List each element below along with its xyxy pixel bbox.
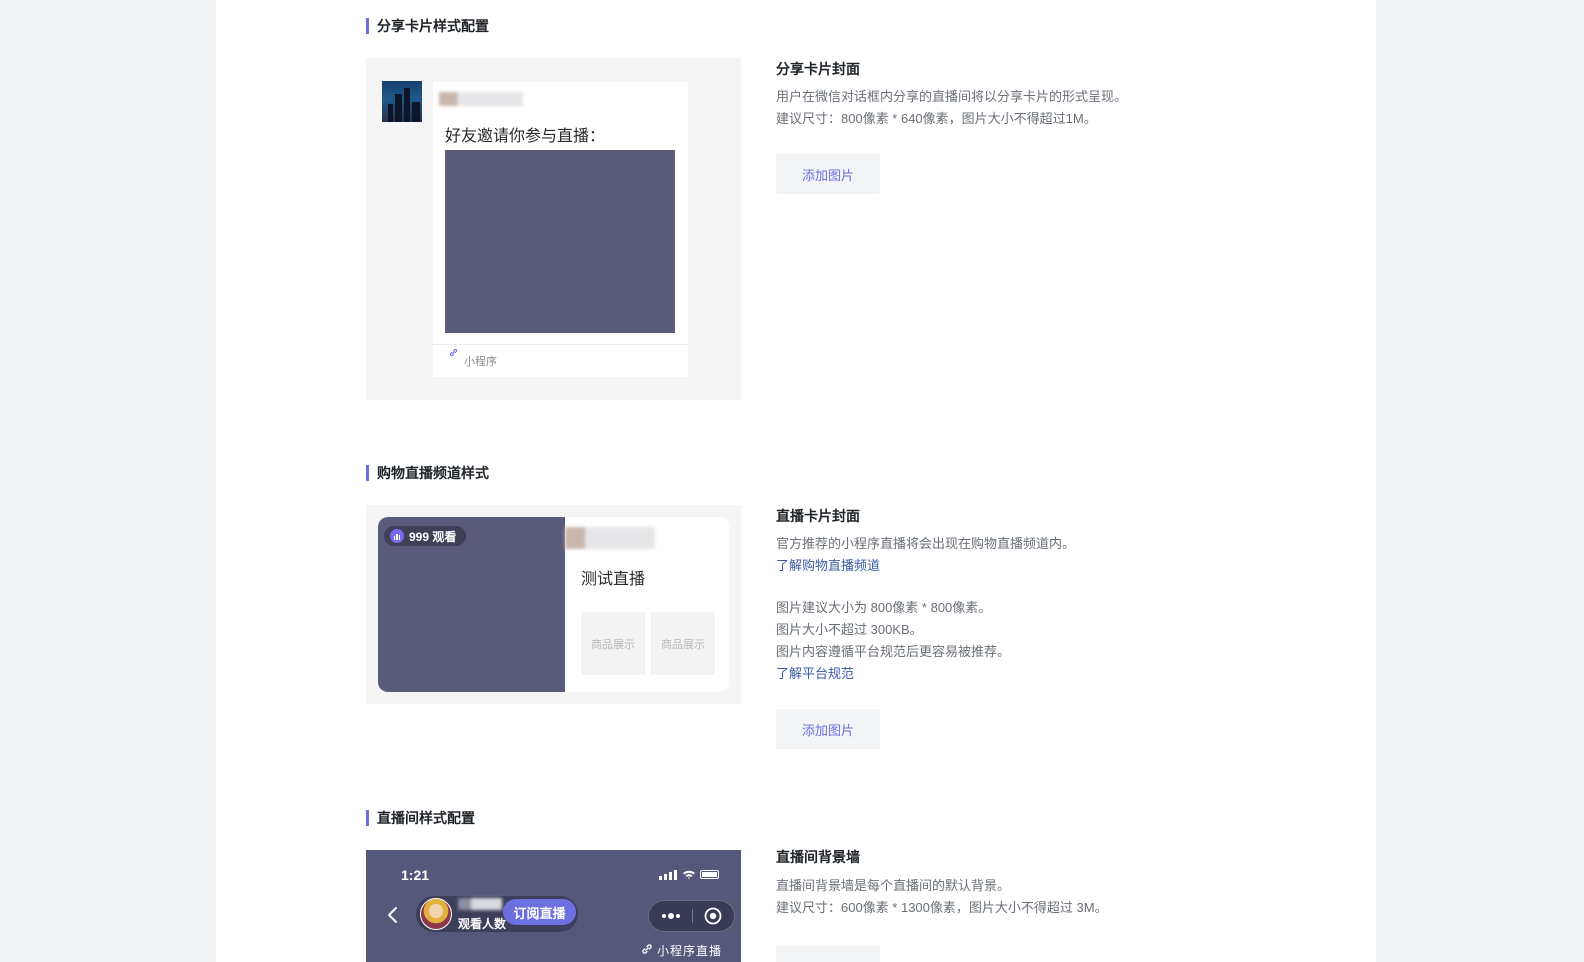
host-avatar bbox=[420, 898, 452, 930]
live-room-preview: 1:21 观看人数 订阅直播 小程序直播 bbox=[366, 850, 741, 962]
subscribe-live-button[interactable]: 订阅直播 bbox=[503, 899, 576, 925]
add-room-bg-button[interactable] bbox=[776, 946, 880, 962]
share-cover-placeholder bbox=[445, 150, 675, 333]
invite-text: 好友邀请你参与直播： bbox=[445, 128, 606, 145]
live-cover-hint-weight: 图片大小不超过 300KB。 bbox=[776, 622, 923, 637]
live-bars-icon bbox=[390, 529, 404, 543]
viewer-badge: 999 观看 bbox=[384, 526, 467, 546]
viewer-count: 999 观看 bbox=[409, 529, 457, 544]
more-icon[interactable] bbox=[661, 912, 681, 920]
battery-icon bbox=[700, 870, 719, 879]
live-title: 测试直播 bbox=[581, 571, 646, 588]
learn-channel-link[interactable]: 了解购物直播频道 bbox=[776, 555, 880, 577]
mini-program-capsule bbox=[648, 900, 735, 932]
learn-rules-link[interactable]: 了解平台规范 bbox=[776, 663, 854, 685]
blurred-host-name bbox=[458, 898, 502, 910]
goods-placeholder: 商品展示 bbox=[581, 612, 645, 675]
record-icon[interactable] bbox=[704, 907, 722, 925]
section-title-share-card: 分享卡片样式配置 bbox=[366, 18, 489, 34]
channel-card: 999 观看 测试直播 商品展示 商品展示 bbox=[378, 517, 729, 692]
section-title-room: 直播间样式配置 bbox=[366, 810, 475, 826]
signal-icon bbox=[659, 870, 677, 880]
blurred-host-name bbox=[565, 527, 655, 549]
mini-program-label: 小程序 bbox=[464, 356, 497, 368]
live-cover-title: 直播卡片封面 bbox=[776, 508, 860, 524]
share-cover-title: 分享卡片封面 bbox=[776, 61, 860, 77]
live-cover-hint-size: 图片建议大小为 800像素 * 800像素。 bbox=[776, 600, 992, 615]
room-bg-desc: 直播间背景墙是每个直播间的默认背景。 bbox=[776, 878, 1011, 893]
viewers-label: 观看人数 bbox=[458, 917, 507, 931]
room-bg-size-hint: 建议尺寸：600像素 * 1300像素，图片大小不得超过 3M。 bbox=[776, 900, 1108, 915]
blurred-username bbox=[439, 92, 523, 106]
share-card: 好友邀请你参与直播： 小程序 bbox=[433, 82, 688, 377]
live-cover-hint-rules: 图片内容遵循平台规范后更容易被推荐。 bbox=[776, 644, 1011, 659]
divider bbox=[433, 344, 688, 345]
goods-placeholder: 商品展示 bbox=[651, 612, 715, 675]
back-chevron-icon[interactable] bbox=[386, 905, 400, 925]
status-time: 1:21 bbox=[401, 867, 430, 883]
share-cover-desc: 用户在微信对话框内分享的直播间将以分享卡片的形式呈现。 bbox=[776, 89, 1128, 104]
wifi-icon bbox=[683, 870, 695, 879]
link-icon bbox=[449, 348, 458, 357]
user-avatar bbox=[382, 81, 422, 122]
section-title-channel: 购物直播频道样式 bbox=[366, 465, 489, 481]
add-live-cover-button[interactable]: 添加图片 bbox=[776, 709, 880, 749]
room-bg-title: 直播间背景墙 bbox=[776, 849, 860, 865]
mini-live-label: 小程序直播 bbox=[657, 944, 723, 958]
share-cover-size-hint: 建议尺寸：800像素 * 640像素，图片大小不得超过1M。 bbox=[776, 111, 1097, 126]
channel-cover-placeholder: 999 观看 bbox=[378, 517, 565, 692]
add-share-cover-button[interactable]: 添加图片 bbox=[776, 154, 880, 194]
live-cover-desc: 官方推荐的小程序直播将会出现在购物直播频道内。 bbox=[776, 536, 1076, 551]
link-icon bbox=[642, 944, 652, 954]
